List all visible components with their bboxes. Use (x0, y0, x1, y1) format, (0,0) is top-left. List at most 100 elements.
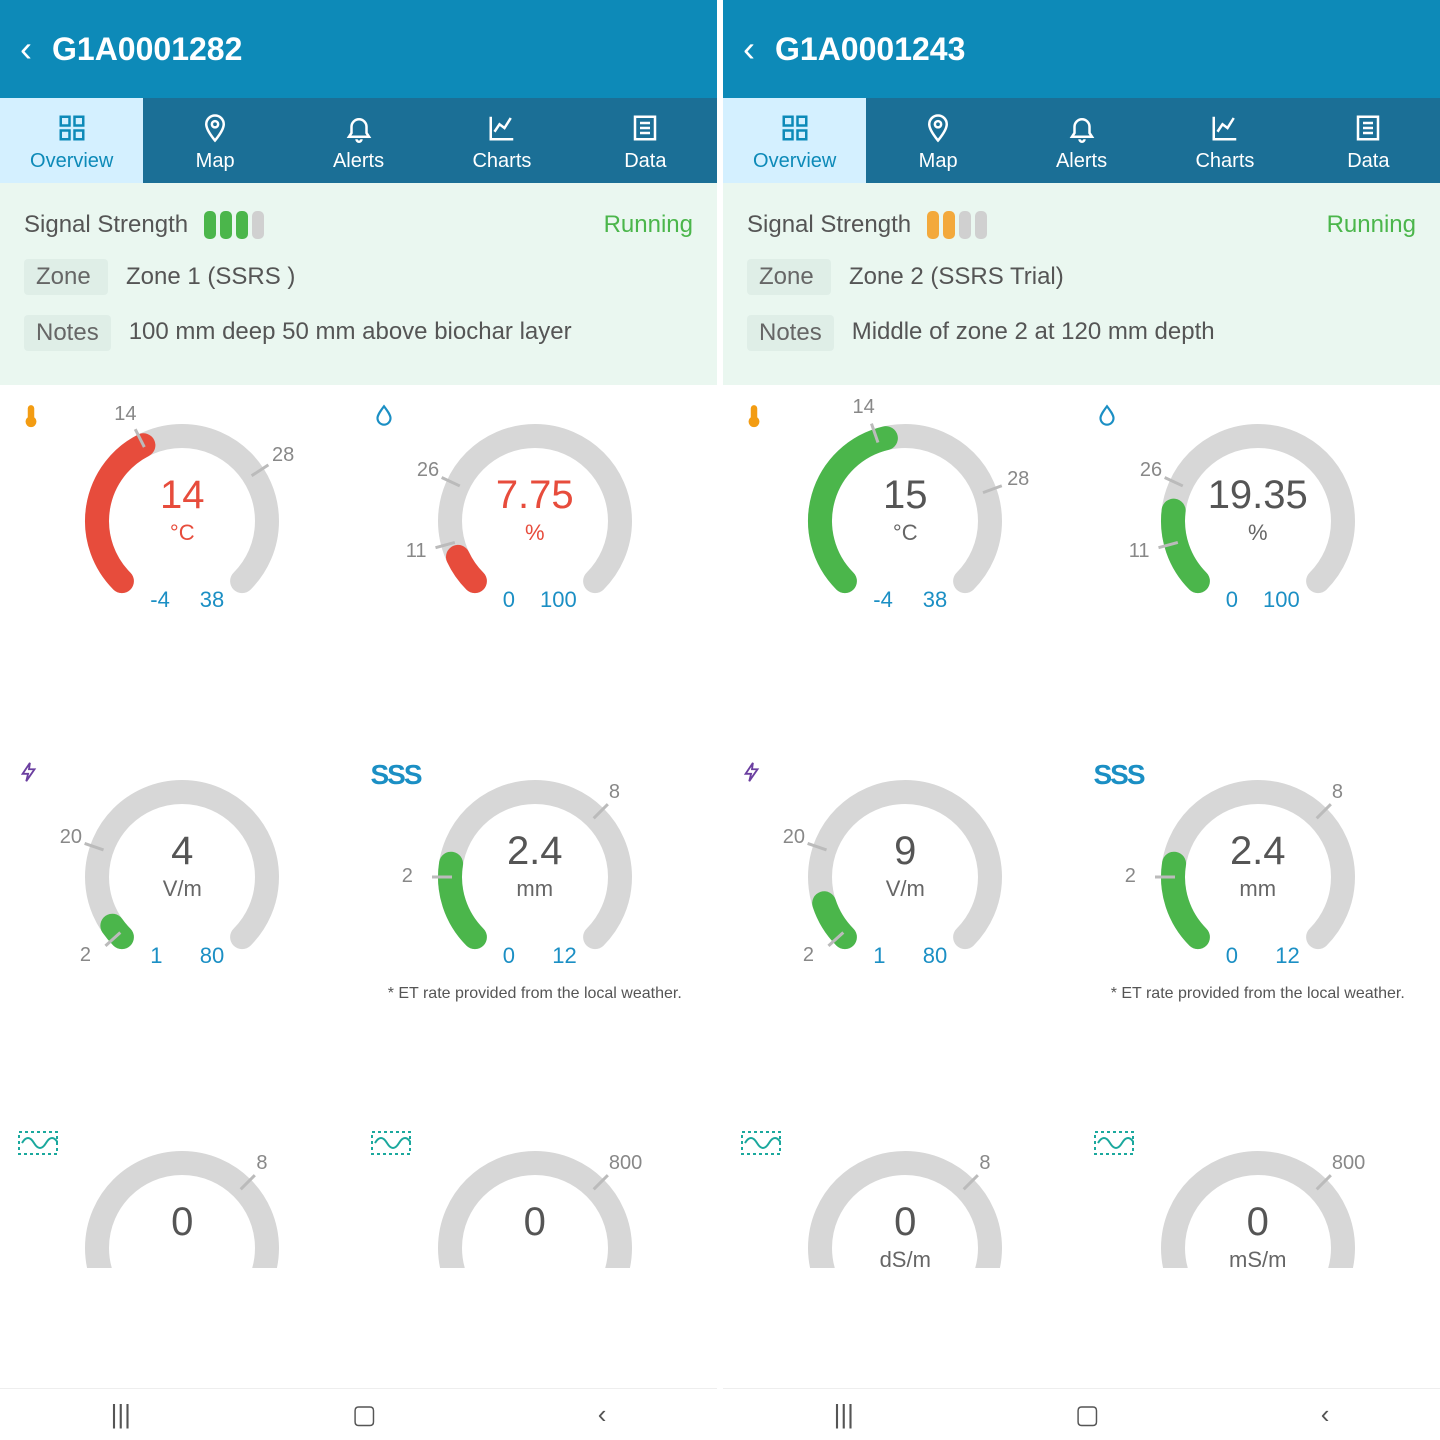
gauge-unit: dS/m (775, 1247, 1035, 1268)
android-nav: ||| ▢ ‹ (0, 1388, 717, 1440)
gauge-unit: mS/m (1128, 1247, 1388, 1268)
device-id: G1A0001282 (52, 31, 242, 68)
gauge-water[interactable]: 7.75 % 11 26 0 100 (359, 395, 712, 751)
tab-label: Data (578, 150, 713, 173)
gauge-unit: V/m (52, 876, 312, 902)
gauge-wave[interactable]: 0 800 (359, 1122, 712, 1388)
tab-label: Map (147, 150, 282, 173)
nav-home-icon[interactable]: ▢ (1075, 1399, 1100, 1430)
nav-back-icon[interactable]: ‹ (598, 1399, 607, 1430)
gauge-max: 80 (923, 943, 947, 969)
notes-label: Notes (747, 315, 834, 351)
tab-label: Charts (434, 150, 569, 173)
gauge-max: 12 (552, 943, 576, 969)
gauge-value: 2.4 (1128, 829, 1388, 874)
nav-back-icon[interactable]: ‹ (1321, 1399, 1330, 1430)
gauge-max: 12 (1275, 943, 1299, 969)
overview-icon (727, 110, 862, 146)
gauge-unit: mm (1128, 876, 1388, 902)
gauge-tick-label: 26 (1140, 459, 1162, 482)
gauge-tick-label: 28 (272, 444, 294, 467)
tab-map[interactable]: Map (143, 98, 286, 183)
gauge-max: 80 (200, 943, 224, 969)
gauge-unit: % (405, 520, 665, 546)
gauge-min: 0 (503, 587, 515, 613)
tab-map[interactable]: Map (866, 98, 1009, 183)
header: ‹ G1A0001282 (0, 0, 717, 98)
gauge-max: 38 (923, 587, 947, 613)
bolt-icon (18, 759, 40, 792)
gauge-tick-label: 8 (256, 1152, 267, 1175)
tab-label: Overview (727, 150, 862, 173)
device-panel: ‹ G1A0001282 Overview Map Alerts Charts … (0, 0, 720, 1440)
gauge-bolt[interactable]: 9 V/m 220 1 80 (729, 751, 1082, 1123)
gauge-bolt[interactable]: 4 V/m 220 1 80 (6, 751, 359, 1123)
tab-data[interactable]: Data (1297, 98, 1440, 183)
signal-label: Signal Strength (747, 211, 911, 239)
signal-bar (252, 211, 264, 239)
gauge-unit: °C (775, 520, 1035, 546)
zone-value: Zone 2 (SSRS Trial) (849, 260, 1416, 294)
nav-home-icon[interactable]: ▢ (352, 1399, 377, 1430)
gauge-tick-label: 2 (1125, 865, 1136, 888)
nav-recent-icon[interactable]: ||| (111, 1399, 131, 1430)
gauge-arc (52, 1128, 312, 1268)
gauge-min: 0 (1226, 587, 1238, 613)
gauge-temp[interactable]: 15 °C 1428 -4 38 (729, 395, 1082, 751)
gauge-max: 100 (540, 587, 577, 613)
signal-bars (204, 211, 264, 239)
signal-bar (236, 211, 248, 239)
status-badge: Running (1327, 211, 1416, 239)
gauge-min: -4 (873, 587, 893, 613)
zone-label: Zone (747, 259, 831, 295)
temp-icon (18, 403, 44, 436)
gauge-heat[interactable]: SSS 2.4 mm 28 0 12 * ET rate provided fr… (1082, 751, 1435, 1123)
tab-overview[interactable]: Overview (723, 98, 866, 183)
gauge-heat[interactable]: SSS 2.4 mm 28 0 12 * ET rate provided fr… (359, 751, 712, 1123)
tab-charts[interactable]: Charts (1153, 98, 1296, 183)
gauge-unit: °C (52, 520, 312, 546)
gauge-tick-label: 20 (60, 826, 82, 849)
gauge-value: 4 (52, 829, 312, 874)
gauge-water[interactable]: 19.35 % 1126 0 100 (1082, 395, 1435, 751)
device-id: G1A0001243 (775, 31, 965, 68)
tab-alerts[interactable]: Alerts (1010, 98, 1153, 183)
gauge-unit: % (1128, 520, 1388, 546)
gauge-tick-label: 26 (417, 459, 439, 482)
notes-label: Notes (24, 315, 111, 351)
info-block: Signal Strength Running Zone Zone 1 (SSR… (0, 183, 717, 385)
gauge-value: 7.75 (405, 473, 665, 518)
tab-charts[interactable]: Charts (430, 98, 573, 183)
gauge-grid: 15 °C 1428 -4 38 19.35 % 1126 0 100 (723, 385, 1440, 1388)
tab-label: Map (870, 150, 1005, 173)
gauge-value: 0 (1128, 1200, 1388, 1245)
gauge-unit: mm (405, 876, 665, 902)
notes-value: 100 mm deep 50 mm above biochar layer (129, 315, 693, 349)
gauge-value: 15 (775, 473, 1035, 518)
gauge-arc (405, 1128, 665, 1268)
back-icon[interactable]: ‹ (20, 28, 32, 70)
tab-data[interactable]: Data (574, 98, 717, 183)
temp-icon (741, 403, 767, 436)
bolt-icon (741, 759, 763, 792)
alerts-icon (291, 110, 426, 146)
device-panel: ‹ G1A0001243 Overview Map Alerts Charts … (720, 0, 1440, 1440)
tab-overview[interactable]: Overview (0, 98, 143, 183)
back-icon[interactable]: ‹ (743, 28, 755, 70)
tab-alerts[interactable]: Alerts (287, 98, 430, 183)
gauge-value: 0 (775, 1200, 1035, 1245)
gauge-tick-label: 11 (406, 540, 427, 563)
notes-value: Middle of zone 2 at 120 mm depth (852, 315, 1416, 349)
gauge-value: 0 (405, 1200, 665, 1245)
signal-bar (927, 211, 939, 239)
gauge-wave[interactable]: 0 dS/m 8 (729, 1122, 1082, 1388)
gauge-wave[interactable]: 0 8 (6, 1122, 359, 1388)
gauge-wave[interactable]: 0 mS/m 800 (1082, 1122, 1435, 1388)
gauge-temp[interactable]: 14 °C 1428 -4 38 (6, 395, 359, 751)
gauge-min: 1 (150, 943, 162, 969)
water-icon (371, 403, 397, 436)
gauge-min: 0 (503, 943, 515, 969)
signal-bar (943, 211, 955, 239)
zone-label: Zone (24, 259, 108, 295)
nav-recent-icon[interactable]: ||| (834, 1399, 854, 1430)
